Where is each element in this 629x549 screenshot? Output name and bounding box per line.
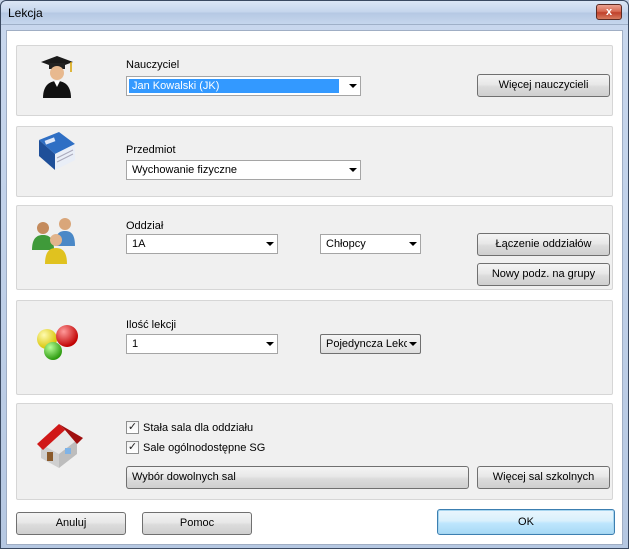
help-button[interactable]: Pomoc [142,512,252,535]
more-rooms-button[interactable]: Więcej sal szkolnych [477,466,610,489]
chevron-down-icon [409,342,417,346]
chevron-down-icon [409,242,417,246]
lesson-type-select[interactable]: Pojedyncza Lekc [320,334,421,354]
teacher-panel: Nauczyciel Jan Kowalski (JK) Więcej nauc… [16,45,613,116]
class-label: Oddział [126,220,164,232]
lessons-count-selected-value: 1 [132,338,139,350]
teacher-label: Nauczyciel [126,59,180,71]
class-selected-value: 1A [132,238,146,250]
new-group-split-button[interactable]: Nowy podz. na grupy [477,263,610,286]
subject-select[interactable]: Wychowanie fizyczne [126,160,361,180]
book-icon [39,132,75,170]
cancel-button[interactable]: Anuluj [16,512,126,535]
window-title: Lekcja [8,6,43,20]
lessons-count-select[interactable]: 1 [126,334,278,354]
rooms-panel: ✓ Stała sala dla oddziału ✓ Sale ogólnod… [16,403,613,500]
graduate-icon [41,56,73,98]
class-select[interactable]: 1A [126,234,278,254]
chevron-down-icon [349,168,357,172]
balls-icon [37,325,78,360]
title-bar[interactable]: Lekcja x [1,1,628,25]
teacher-selected-value: Jan Kowalski (JK) [129,79,339,93]
pick-rooms-button[interactable]: Wybór dowolnych sal [126,466,469,489]
subject-panel: Przedmiot Wychowanie fizyczne [16,126,613,197]
fixed-room-checkbox[interactable]: ✓ [126,421,139,434]
chevron-down-icon [266,342,274,346]
group-selected-value: Chłopcy [326,238,366,250]
more-teachers-button[interactable]: Więcej nauczycieli [477,74,610,97]
teacher-select[interactable]: Jan Kowalski (JK) [126,76,361,96]
fixed-room-label: Stała sala dla oddziału [143,422,254,434]
close-button[interactable]: x [596,4,622,20]
lessons-panel: Ilość lekcji 1 Pojedyncza Lekc [16,300,613,395]
subject-label: Przedmiot [126,144,176,156]
chevron-down-icon [349,84,357,88]
common-rooms-checkbox[interactable]: ✓ [126,441,139,454]
group-select[interactable]: Chłopcy [320,234,421,254]
group-icon [32,218,75,264]
ok-button[interactable]: OK [437,509,615,535]
dialog-client: Nauczyciel Jan Kowalski (JK) Więcej nauc… [6,30,623,545]
subject-selected-value: Wychowanie fizyczne [132,164,238,176]
class-panel: Oddział 1A Chłopcy Łączenie oddziałów No… [16,205,613,290]
merge-classes-button[interactable]: Łączenie oddziałów [477,233,610,256]
lessons-count-label: Ilość lekcji [126,319,177,331]
dialog-window: Lekcja x Nauczyciel Jan Kowalski (JK) Wi… [0,0,629,549]
chevron-down-icon [266,242,274,246]
lesson-type-selected-value: Pojedyncza Lekc [326,338,407,350]
house-icon [37,424,83,468]
common-rooms-label: Sale ogólnodostępne SG [143,442,266,454]
